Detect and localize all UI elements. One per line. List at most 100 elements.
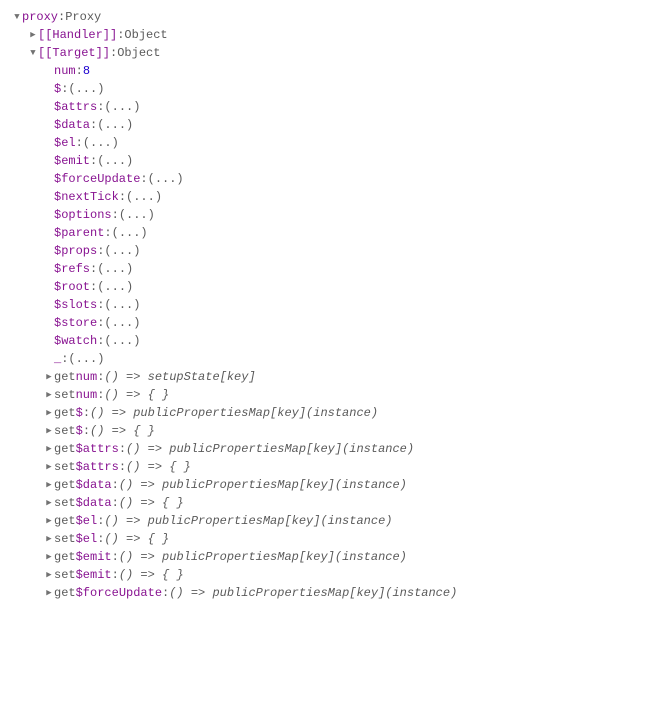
object-key: $data (76, 494, 112, 512)
object-value-getter: (...) (104, 242, 140, 260)
object-key: $attrs (76, 440, 119, 458)
tree-row[interactable]: get $data: () => publicPropertiesMap[key… (12, 476, 660, 494)
colon: : (90, 152, 97, 170)
tree-row[interactable]: get $emit: () => publicPropertiesMap[key… (12, 548, 660, 566)
tree-row[interactable]: _: (...) (12, 350, 660, 368)
object-value-getter: (...) (104, 314, 140, 332)
disclosure-right-icon[interactable] (44, 368, 54, 386)
colon: : (112, 548, 119, 566)
object-value-getter: (...) (68, 80, 104, 98)
tree-row[interactable]: $nextTick: (...) (12, 188, 660, 206)
colon: : (97, 314, 104, 332)
function-body: () => { } (119, 494, 184, 512)
accessor-kind: get (54, 476, 76, 494)
tree-row[interactable]: $refs: (...) (12, 260, 660, 278)
object-key: $root (54, 278, 90, 296)
tree-row[interactable]: $watch: (...) (12, 332, 660, 350)
accessor-kind: get (54, 404, 76, 422)
tree-row[interactable]: set num: () => { } (12, 386, 660, 404)
object-key: $emit (76, 548, 112, 566)
disclosure-right-icon[interactable] (44, 548, 54, 566)
disclosure-right-icon[interactable] (44, 404, 54, 422)
disclosure-right-icon[interactable] (44, 386, 54, 404)
object-key: $refs (54, 260, 90, 278)
colon: : (97, 512, 104, 530)
tree-row[interactable]: get num: () => setupState[key] (12, 368, 660, 386)
object-key: $ (76, 422, 83, 440)
colon: : (83, 422, 90, 440)
object-key: $data (54, 116, 90, 134)
object-key: $el (76, 530, 98, 548)
object-tree: proxy: Proxy[[Handler]]: Object[[Target]… (12, 8, 660, 602)
disclosure-right-icon[interactable] (44, 584, 54, 602)
object-key: $slots (54, 296, 97, 314)
tree-row[interactable]: set $attrs: () => { } (12, 458, 660, 476)
disclosure-right-icon[interactable] (44, 512, 54, 530)
tree-row[interactable]: set $el: () => { } (12, 530, 660, 548)
object-value-getter: (...) (148, 170, 184, 188)
accessor-kind: get (54, 584, 76, 602)
tree-row[interactable]: $emit: (...) (12, 152, 660, 170)
colon: : (110, 44, 117, 62)
object-key: $data (76, 476, 112, 494)
disclosure-right-icon[interactable] (44, 440, 54, 458)
object-value-number: 8 (83, 62, 90, 80)
accessor-kind: get (54, 548, 76, 566)
disclosure-down-icon[interactable] (28, 44, 38, 62)
tree-row[interactable]: $slots: (...) (12, 296, 660, 314)
tree-row[interactable]: $forceUpdate: (...) (12, 170, 660, 188)
accessor-kind: set (54, 458, 76, 476)
tree-row[interactable]: num: 8 (12, 62, 660, 80)
tree-row[interactable]: set $: () => { } (12, 422, 660, 440)
colon: : (90, 260, 97, 278)
colon: : (112, 566, 119, 584)
tree-row[interactable]: [[Handler]]: Object (12, 26, 660, 44)
object-value-getter: (...) (119, 206, 155, 224)
object-type: Object (124, 26, 167, 44)
tree-row[interactable]: get $attrs: () => publicPropertiesMap[ke… (12, 440, 660, 458)
tree-row[interactable]: get $forceUpdate: () => publicProperties… (12, 584, 660, 602)
disclosure-right-icon[interactable] (44, 494, 54, 512)
disclosure-right-icon[interactable] (44, 458, 54, 476)
tree-row[interactable]: $attrs: (...) (12, 98, 660, 116)
disclosure-right-icon[interactable] (44, 566, 54, 584)
tree-row[interactable]: get $el: () => publicPropertiesMap[key](… (12, 512, 660, 530)
function-body: () => { } (126, 458, 191, 476)
disclosure-right-icon[interactable] (44, 476, 54, 494)
tree-row[interactable]: $data: (...) (12, 116, 660, 134)
disclosure-down-icon[interactable] (12, 8, 22, 26)
tree-row[interactable]: set $emit: () => { } (12, 566, 660, 584)
tree-row[interactable]: $: (...) (12, 80, 660, 98)
disclosure-right-icon[interactable] (44, 422, 54, 440)
tree-row[interactable]: $store: (...) (12, 314, 660, 332)
tree-row[interactable]: get $: () => publicPropertiesMap[key](in… (12, 404, 660, 422)
object-value-getter: (...) (97, 116, 133, 134)
object-type: Object (117, 44, 160, 62)
tree-row[interactable]: $props: (...) (12, 242, 660, 260)
object-key: $el (76, 512, 98, 530)
object-value-getter: (...) (126, 188, 162, 206)
tree-row[interactable]: $el: (...) (12, 134, 660, 152)
colon: : (61, 80, 68, 98)
tree-row[interactable]: $parent: (...) (12, 224, 660, 242)
object-key: $forceUpdate (76, 584, 162, 602)
tree-row[interactable]: set $data: () => { } (12, 494, 660, 512)
tree-row[interactable]: proxy: Proxy (12, 8, 660, 26)
object-type: Proxy (65, 8, 101, 26)
object-value-getter: (...) (83, 134, 119, 152)
disclosure-right-icon[interactable] (28, 26, 38, 44)
accessor-kind: set (54, 422, 76, 440)
tree-row[interactable]: $root: (...) (12, 278, 660, 296)
function-body: () => publicPropertiesMap[key](instance) (126, 440, 414, 458)
tree-row[interactable]: $options: (...) (12, 206, 660, 224)
colon: : (112, 494, 119, 512)
accessor-kind: get (54, 440, 76, 458)
object-value-getter: (...) (97, 152, 133, 170)
object-key: $store (54, 314, 97, 332)
accessor-kind: get (54, 368, 76, 386)
disclosure-right-icon[interactable] (44, 530, 54, 548)
function-body: () => publicPropertiesMap[key](instance) (119, 476, 407, 494)
object-value-getter: (...) (97, 278, 133, 296)
tree-row[interactable]: [[Target]]: Object (12, 44, 660, 62)
colon: : (162, 584, 169, 602)
